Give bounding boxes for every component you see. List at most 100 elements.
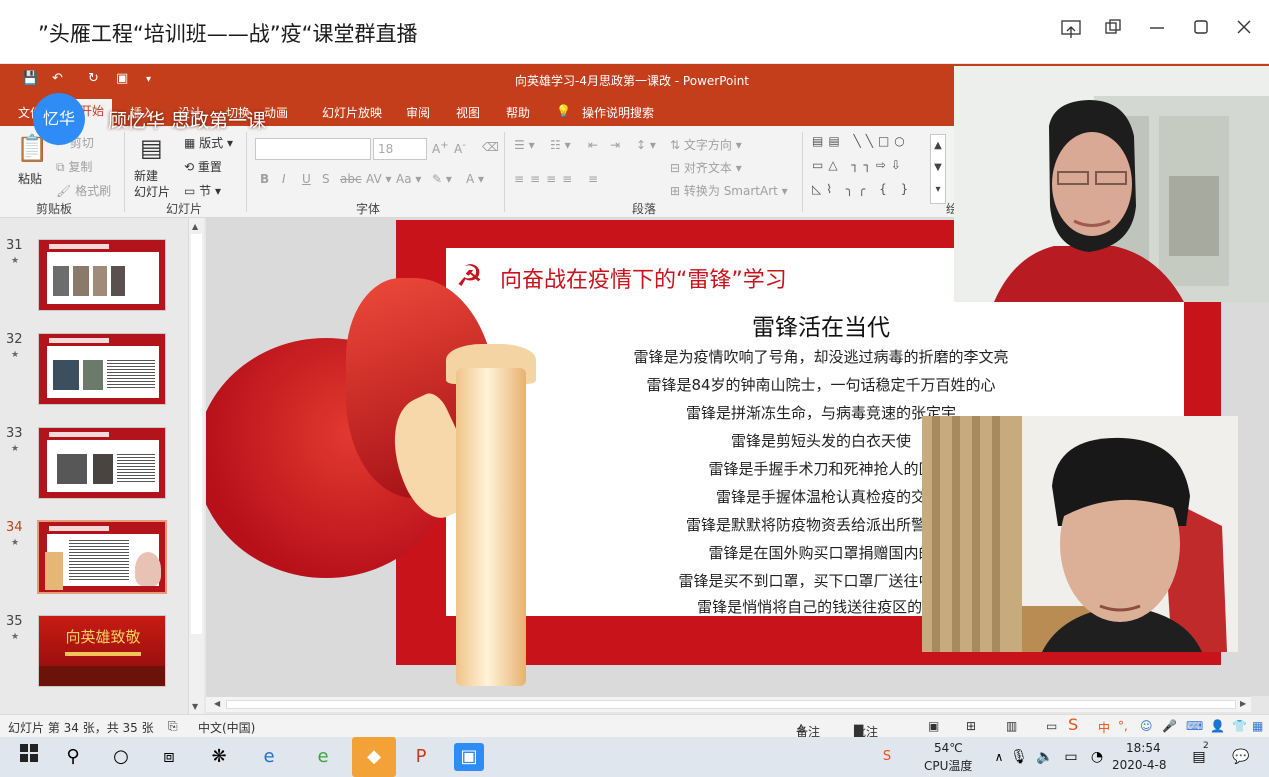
tab-review[interactable]: 审阅 xyxy=(406,104,430,121)
toolbox-icon[interactable]: ▦ xyxy=(1252,719,1263,733)
italic-button[interactable]: I xyxy=(282,172,286,186)
shapes-gallery-scroll[interactable]: ▲ ▼ ▾ xyxy=(930,134,946,204)
task-view-icon[interactable]: ⧈ xyxy=(154,743,184,771)
strikethrough-button[interactable]: abc xyxy=(340,172,362,186)
clear-formatting-icon[interactable]: ⌫ xyxy=(482,140,499,154)
text-direction-button[interactable]: ⇅ 文字方向 ▾ xyxy=(670,136,742,153)
voice-input-icon[interactable]: 🎤 xyxy=(1162,719,1177,733)
language-label[interactable]: 中文(中国) xyxy=(198,719,255,736)
sogou-tray-icon[interactable]: S xyxy=(872,743,902,771)
live-app-icon[interactable]: ◆ xyxy=(352,737,396,777)
line-spacing-icon[interactable]: ↕ ▾ xyxy=(636,138,656,152)
channel-logo: 忆华 xyxy=(33,93,85,145)
presenter-icon[interactable]: ▣ xyxy=(116,71,128,86)
reset-button[interactable]: ⟲ 重置 xyxy=(184,158,222,175)
new-slide-icon[interactable]: ▤ xyxy=(140,134,163,162)
screenshot-app-icon[interactable]: ▣ xyxy=(454,743,484,771)
char-spacing-button[interactable]: AV ▾ xyxy=(366,172,392,186)
slide-thumbnail-32[interactable] xyxy=(38,333,166,405)
skin-icon[interactable]: 👕 xyxy=(1232,719,1247,733)
spellcheck-icon[interactable]: ⎘ xyxy=(168,719,178,734)
slides-group-label: 幻灯片 xyxy=(166,202,203,216)
slideshow-icon[interactable]: ▭ xyxy=(1046,719,1057,733)
indent-increase-icon[interactable]: ⇥ xyxy=(610,138,620,152)
reading-view-icon[interactable]: ▥ xyxy=(1006,719,1017,733)
ime-mode-label[interactable]: 中 xyxy=(1098,719,1110,736)
paste-button[interactable]: 粘贴 xyxy=(18,170,42,187)
shrink-font-icon[interactable]: A- xyxy=(454,140,466,156)
shapes-gallery-row2[interactable]: ▭△ ┐┐⇨⇩ xyxy=(812,158,906,172)
copy-button[interactable]: ⧉ 复制 xyxy=(56,158,92,175)
browser-icon[interactable]: e xyxy=(308,743,338,771)
scroll-up-icon[interactable]: ▲ xyxy=(192,222,198,231)
grow-font-icon[interactable]: A+ xyxy=(432,140,449,156)
wifi-icon[interactable]: ◔ xyxy=(1082,743,1112,771)
thumbnail-pillar xyxy=(45,552,63,590)
cortana-icon[interactable]: ○ xyxy=(106,743,136,771)
font-name-select[interactable] xyxy=(255,138,371,160)
format-painter-button[interactable]: 🖌 格式刷 xyxy=(56,182,111,199)
horizontal-scrollbar[interactable]: ◀ ▶ xyxy=(206,696,1251,712)
keyboard-icon[interactable]: ⌨ xyxy=(1186,719,1203,733)
indent-decrease-icon[interactable]: ⇤ xyxy=(588,138,598,152)
highlight-icon[interactable]: ✎ ▾ xyxy=(432,172,452,186)
customize-qat-icon[interactable]: ▾ xyxy=(146,74,151,85)
scroll-down-icon[interactable]: ▼ xyxy=(192,702,198,711)
shapes-gallery-row1[interactable]: ▤▤ ╲╲□○ xyxy=(812,134,910,148)
slide-thumbnail-33[interactable] xyxy=(38,427,166,499)
undo-icon[interactable]: ↶ xyxy=(52,71,63,86)
share-screen-icon[interactable] xyxy=(1058,18,1084,44)
change-case-button[interactable]: Aa ▾ xyxy=(396,172,421,186)
save-icon[interactable]: 💾 xyxy=(22,71,38,86)
align-buttons[interactable]: ≡≡≡≡ ≡ xyxy=(514,172,604,186)
clock-date[interactable]: 2020-4-8 xyxy=(1112,758,1166,772)
slide-text-line: 雷锋是84岁的钟南山院士，一句话稳定千万百姓的心 xyxy=(646,376,996,394)
windows-start-icon[interactable] xyxy=(14,743,44,771)
slide-sorter-icon[interactable]: ⊞ xyxy=(966,719,976,733)
scroll-left-icon[interactable]: ◀ xyxy=(214,699,220,708)
smartart-button[interactable]: ⊞ 转换为 SmartArt ▾ xyxy=(670,182,788,199)
tab-slideshow[interactable]: 幻灯片放映 xyxy=(322,104,382,121)
underline-button[interactable]: U xyxy=(302,172,311,186)
tell-me-search[interactable]: 操作说明搜索 xyxy=(582,104,654,121)
restore-window-icon[interactable] xyxy=(1100,18,1126,44)
tab-view[interactable]: 视图 xyxy=(456,104,480,121)
align-text-button[interactable]: ⊟ 对齐文本 ▾ xyxy=(670,159,742,176)
screen: ”头雁工程“培训班——战”疫“课堂群直播 💾 ↶ ↻ ▣ ▾ 向英雄学习-4月思… xyxy=(0,0,1269,777)
minimize-icon[interactable] xyxy=(1144,18,1170,44)
slide-thumbnail-34[interactable] xyxy=(37,520,167,594)
slide-thumbnail-35[interactable]: 向英雄致敬 xyxy=(38,615,166,687)
notification-badge-icon[interactable]: ▤ xyxy=(1184,743,1214,771)
normal-view-icon[interactable]: ▣ xyxy=(928,719,939,733)
emoji-icon[interactable]: ☺ xyxy=(1140,719,1153,733)
bullets-icon[interactable]: ☰ ▾ xyxy=(514,138,535,152)
redo-icon[interactable]: ↻ xyxy=(88,71,99,86)
numbering-icon[interactable]: ☷ ▾ xyxy=(550,138,571,152)
section-button[interactable]: ▭ 节 ▾ xyxy=(184,182,221,199)
clock-time[interactable]: 18:54 xyxy=(1126,741,1161,755)
new-slide-button[interactable]: 新建 幻灯片 xyxy=(134,168,170,200)
shadow-button[interactable]: S xyxy=(322,172,330,186)
punctuation-icon[interactable]: °, xyxy=(1118,719,1128,733)
powerpoint-taskbar-icon[interactable]: P xyxy=(406,743,436,771)
bold-button[interactable]: B xyxy=(260,172,269,186)
action-center-icon[interactable]: 💬 xyxy=(1226,743,1256,771)
tab-help[interactable]: 帮助 xyxy=(506,104,530,121)
tab-animations[interactable]: 动画 xyxy=(264,104,288,121)
close-icon[interactable] xyxy=(1231,18,1257,44)
shapes-gallery-row3[interactable]: ◺⌇ ╮╭ { } xyxy=(812,182,913,196)
maximize-icon[interactable] xyxy=(1188,18,1214,44)
search-icon[interactable]: ⚲ xyxy=(58,743,88,771)
font-color-icon[interactable]: A ▾ xyxy=(466,172,484,186)
ie-browser-icon[interactable]: e xyxy=(254,743,284,771)
user-icon[interactable]: 👤 xyxy=(1210,719,1225,733)
scroll-right-icon[interactable]: ▶ xyxy=(1240,699,1246,708)
scroll-thumb[interactable] xyxy=(226,700,1236,709)
layout-button[interactable]: ▦ 版式 ▾ xyxy=(184,134,233,151)
slide-thumbnail-31[interactable] xyxy=(38,239,166,311)
thumbnail-scrollbar[interactable]: ▲ ▼ xyxy=(188,218,204,717)
font-size-select[interactable]: 18 xyxy=(373,138,427,160)
scroll-thumb[interactable] xyxy=(191,234,202,634)
sogou-ime-icon[interactable]: S xyxy=(1068,715,1078,734)
app-icon[interactable]: ❋ xyxy=(204,743,234,771)
